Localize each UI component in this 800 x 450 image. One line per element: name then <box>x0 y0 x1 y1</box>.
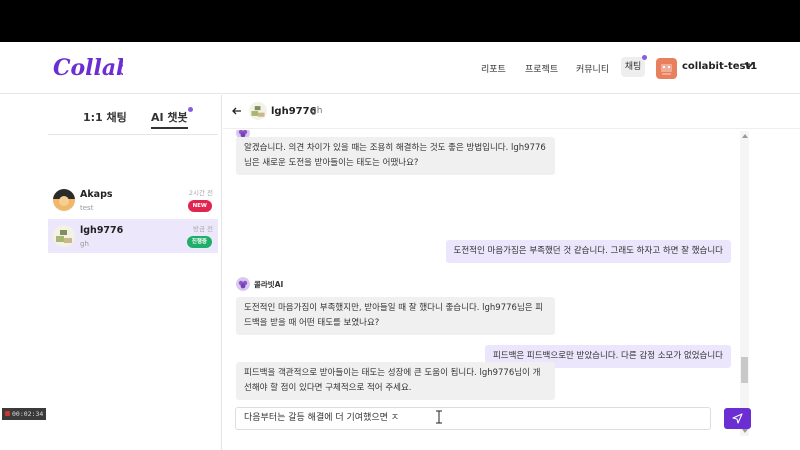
chevron-down-icon[interactable] <box>743 59 755 71</box>
scroll-thumb[interactable] <box>741 357 748 383</box>
ai-message: 도전적인 마음가짐이 부족했지만, 받아들일 때 잘 했다니 좋습니다. lgh… <box>236 297 555 335</box>
sender-name: 콜라빗AI <box>254 279 284 289</box>
room-name: Akaps <box>80 189 113 200</box>
notification-dot <box>187 107 193 112</box>
collabit-logo[interactable]: Collabit <box>53 51 123 83</box>
avatar <box>249 102 267 120</box>
tab-direct-chat[interactable]: 1:1 채팅 <box>83 109 127 125</box>
scroll-up-icon[interactable] <box>742 134 748 138</box>
nav-chat[interactable]: 채팅 <box>621 55 647 77</box>
nav-report[interactable]: 리포트 <box>481 62 506 75</box>
chat-list-panel: 1:1 채팅 AI 챗봇 Akaps test 2시간 전 NEW lgh977… <box>0 95 222 450</box>
robot-avatar-icon <box>661 64 672 75</box>
message-list: 알겠습니다. 의견 차이가 있을 때는 조용히 해결하는 것도 좋은 방법입니다… <box>223 130 740 390</box>
svg-text:Collabit: Collabit <box>53 55 123 81</box>
nav-chat-label: 채팅 <box>624 62 642 72</box>
nav-community[interactable]: 커뮤니티 <box>576 62 609 75</box>
room-time: 2시간 전 <box>188 189 213 197</box>
ai-sender: 콜라빗AI <box>236 277 283 291</box>
user-avatar[interactable] <box>656 58 677 79</box>
back-arrow-icon[interactable] <box>231 105 243 117</box>
top-header: Collabit 리포트 프로젝트 커뮤니티 채팅 collabit-test1 <box>0 42 800 94</box>
record-icon <box>5 411 10 416</box>
tab-ai-chatbot-label: AI 챗봇 <box>151 111 188 124</box>
chat-partner-sub: gh <box>311 106 323 116</box>
room-last-message: test <box>80 204 94 212</box>
avatar <box>53 189 75 211</box>
app-page: Collabit 리포트 프로젝트 커뮤니티 채팅 collabit-test1… <box>0 42 800 450</box>
room-time: 방금 전 <box>192 225 213 233</box>
room-name: lgh9776 <box>80 225 124 236</box>
chat-header: lgh9776 gh <box>223 95 800 129</box>
recording-time: 00:02:34 <box>12 410 44 418</box>
status-badge: NEW <box>187 200 212 212</box>
recording-timer: 00:02:34 <box>2 408 46 420</box>
message-scrollbar[interactable] <box>740 131 749 436</box>
send-button[interactable] <box>724 408 751 429</box>
status-badge: 진행중 <box>186 236 212 248</box>
user-message-text: 피드백은 피드백으로만 받았습니다. 다른 감정 소모가 없었습니다 <box>492 351 723 361</box>
nav-project[interactable]: 프로젝트 <box>525 62 558 75</box>
scroll-down-icon[interactable] <box>742 429 748 433</box>
user-message-text: 도전적인 마음가짐은 부족했던 것 같습니다. 그래도 하자고 하면 잘 했습니… <box>453 246 723 256</box>
send-icon <box>732 413 743 424</box>
notification-dot <box>642 55 647 60</box>
chat-partner-name: lgh9776 <box>271 106 317 117</box>
tab-divider <box>48 134 218 135</box>
ai-message: 피드백을 객관적으로 받아들이는 태도는 성장에 큰 도움이 됩니다. lgh9… <box>236 362 555 400</box>
message-input[interactable]: 다음부터는 갈등 해결에 더 기여했으면 ㅈ <box>235 407 711 430</box>
user-message: 도전적인 마음가짐은 부족했던 것 같습니다. 그래도 하자고 하면 잘 했습니… <box>445 240 731 263</box>
room-last-message: gh <box>80 240 89 248</box>
text-cursor-icon <box>436 410 442 424</box>
ai-message: 알겠습니다. 의견 차이가 있을 때는 조용히 해결하는 것도 좋은 방법입니다… <box>236 137 555 175</box>
chat-room-item[interactable]: lgh9776 gh 방금 전 진행중 <box>48 219 218 253</box>
tab-ai-chatbot[interactable]: AI 챗봇 <box>151 107 193 129</box>
avatar <box>53 225 75 247</box>
ai-bot-avatar-icon <box>236 277 250 291</box>
chat-room-item[interactable]: Akaps test 2시간 전 NEW <box>48 183 218 217</box>
